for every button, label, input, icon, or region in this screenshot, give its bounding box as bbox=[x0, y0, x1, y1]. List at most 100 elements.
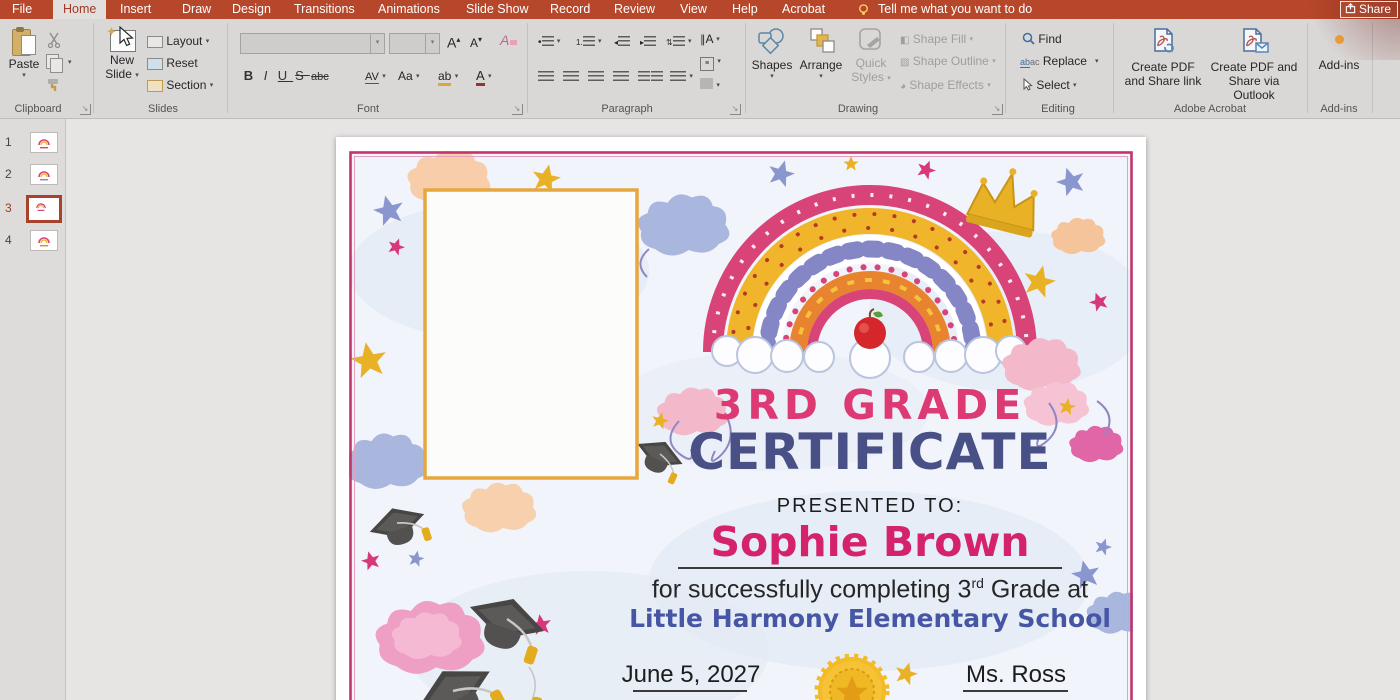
shape-outline-button[interactable]: ▨ Shape Outline ▾ bbox=[900, 53, 996, 69]
tell-me-box[interactable]: Tell me what you want to do bbox=[878, 0, 1032, 19]
tab-record[interactable]: Record bbox=[540, 0, 600, 19]
columns-button[interactable] bbox=[638, 68, 663, 84]
numbering-button[interactable]: 1. ▾ bbox=[576, 33, 602, 49]
paragraph-launcher[interactable]: ↘ bbox=[730, 104, 741, 115]
align-center-button[interactable] bbox=[563, 68, 579, 84]
certificate-body-text[interactable]: for successfully completing 3rd Grade at bbox=[570, 575, 1170, 604]
slide-number-2: 2 bbox=[5, 167, 12, 181]
select-button[interactable]: Select ▾ bbox=[1022, 77, 1077, 93]
increase-indent-button[interactable]: ▸ bbox=[640, 33, 656, 49]
format-painter-icon[interactable] bbox=[46, 77, 62, 93]
layout-button[interactable]: Layout ▾ bbox=[147, 33, 209, 49]
photo-placeholder[interactable] bbox=[425, 190, 637, 478]
font-size-combo[interactable]: ▾ bbox=[389, 33, 440, 54]
tab-home[interactable]: Home bbox=[53, 0, 106, 19]
slide-number-3: 3 bbox=[5, 201, 12, 215]
school-name-text[interactable]: Little Harmony Elementary School bbox=[570, 604, 1170, 633]
create-pdf-share-link-label2: and Share link bbox=[1120, 74, 1206, 88]
section-button[interactable]: Section ▾ bbox=[147, 77, 213, 93]
certificate-title-line2[interactable]: CERTIFICATE bbox=[635, 423, 1105, 481]
shapes-icon bbox=[757, 27, 787, 55]
create-pdf-outlook-label1: Create PDF and bbox=[1208, 60, 1300, 74]
underline-button[interactable]: U bbox=[277, 68, 294, 84]
smartart-convert-button[interactable]: ▾ bbox=[700, 77, 720, 93]
presented-to-label[interactable]: PRESENTED TO: bbox=[720, 495, 1020, 518]
add-remove-columns-button[interactable]: ▾ bbox=[670, 68, 693, 84]
slide-thumbnail-3-selected[interactable] bbox=[26, 195, 62, 223]
clear-formatting-button[interactable]: A bbox=[500, 32, 517, 48]
slide-thumbnail-2[interactable] bbox=[30, 164, 58, 185]
teacher-name-text[interactable]: Ms. Ross bbox=[936, 661, 1096, 689]
strikethrough-button[interactable]: abc bbox=[311, 69, 329, 85]
tab-insert[interactable]: Insert bbox=[110, 0, 161, 19]
tab-file[interactable]: File bbox=[2, 0, 42, 19]
align-left-button[interactable] bbox=[538, 68, 554, 84]
line-spacing-button[interactable]: ⇅ ▾ bbox=[666, 33, 692, 49]
text-direction-button[interactable]: ∥A ▾ bbox=[700, 31, 720, 47]
reset-button[interactable]: Reset bbox=[147, 55, 198, 71]
add-ins-icon bbox=[1335, 35, 1344, 44]
bold-button[interactable]: B bbox=[243, 68, 260, 84]
find-button[interactable]: Find bbox=[1022, 31, 1062, 47]
grow-font-button[interactable]: A▴ bbox=[447, 32, 460, 48]
student-name-text[interactable]: Sophie Brown bbox=[635, 518, 1105, 566]
replace-dropdown[interactable]: ▾ bbox=[1095, 57, 1099, 65]
ribbon: Paste ▾ ▾ Clipboard ↘ ✦ New Slide ▾ bbox=[0, 19, 1400, 119]
tab-acrobat[interactable]: Acrobat bbox=[772, 0, 835, 19]
paste-dropdown[interactable]: ▾ bbox=[4, 71, 44, 79]
certificate-title-line1[interactable]: 3RD GRADE bbox=[635, 381, 1105, 429]
slide-thumbnail-4[interactable] bbox=[30, 230, 58, 251]
slide-number-1: 1 bbox=[5, 135, 12, 149]
align-right-button[interactable] bbox=[588, 68, 604, 84]
tab-review[interactable]: Review bbox=[604, 0, 665, 19]
shape-effects-button[interactable]: ◕ Shape Effects ▾ bbox=[900, 77, 991, 93]
share-button[interactable]: Share bbox=[1340, 1, 1398, 18]
tab-design[interactable]: Design bbox=[222, 0, 281, 19]
slide-thumbnail-panel: 1 2 3 4 bbox=[0, 119, 66, 700]
shadow-button[interactable]: S bbox=[294, 68, 311, 84]
create-pdf-outlook-button[interactable]: Create PDF and Share via Outlook bbox=[1208, 27, 1300, 102]
quick-styles-icon bbox=[857, 27, 885, 53]
change-case-button[interactable]: Aa ▾ bbox=[398, 68, 420, 84]
bullets-button[interactable]: • ▾ bbox=[538, 33, 560, 49]
justify-button[interactable] bbox=[613, 68, 629, 84]
slide-page[interactable]: 3RD GRADE CERTIFICATE PRESENTED TO: Soph… bbox=[336, 137, 1146, 700]
quick-styles-button[interactable]: Quick Styles ▾ bbox=[848, 27, 894, 84]
share-label: Share bbox=[1359, 2, 1391, 16]
arrange-button[interactable]: Arrange ▾ bbox=[796, 27, 846, 80]
text-highlight-button[interactable]: ab ▾ bbox=[438, 68, 458, 84]
quick-styles-label1: Quick bbox=[848, 56, 894, 70]
teacher-underline bbox=[963, 690, 1068, 692]
new-slide-label1: New bbox=[100, 53, 144, 67]
paste-button[interactable]: Paste ▾ bbox=[4, 27, 44, 79]
font-launcher[interactable]: ↘ bbox=[512, 104, 523, 115]
shrink-font-button[interactable]: A▾ bbox=[470, 32, 482, 48]
decrease-indent-button[interactable]: ◂ bbox=[614, 33, 630, 49]
clipboard-launcher[interactable]: ↘ bbox=[80, 104, 91, 115]
paste-icon bbox=[12, 27, 36, 57]
replace-button[interactable]: abac Replace bbox=[1020, 53, 1087, 69]
char-spacing-button[interactable]: AV ▾ bbox=[365, 68, 386, 84]
font-color-button[interactable]: A ▾ bbox=[476, 68, 492, 84]
drawing-group-label: Drawing bbox=[798, 103, 918, 116]
tab-animations[interactable]: Animations bbox=[368, 0, 450, 19]
tab-transitions[interactable]: Transitions bbox=[284, 0, 365, 19]
tab-slide-show[interactable]: Slide Show bbox=[456, 0, 539, 19]
find-icon bbox=[1022, 32, 1035, 45]
align-text-button[interactable]: ≡ ▾ bbox=[700, 53, 721, 69]
create-pdf-share-link-label1: Create PDF bbox=[1120, 60, 1206, 74]
add-ins-button[interactable]: Add-ins bbox=[1316, 27, 1362, 72]
tab-draw[interactable]: Draw bbox=[172, 0, 221, 19]
cut-icon[interactable] bbox=[46, 32, 62, 48]
italic-button[interactable]: I bbox=[260, 68, 277, 84]
tab-help[interactable]: Help bbox=[722, 0, 768, 19]
slide-thumbnail-1[interactable] bbox=[30, 132, 58, 153]
font-name-combo[interactable]: ▾ bbox=[240, 33, 385, 54]
shape-fill-button[interactable]: ◧ Shape Fill ▾ bbox=[900, 31, 973, 47]
shapes-button[interactable]: Shapes ▾ bbox=[750, 27, 794, 80]
create-pdf-share-link-button[interactable]: Create PDF and Share link bbox=[1120, 27, 1206, 88]
date-text[interactable]: June 5, 2027 bbox=[611, 661, 771, 689]
tab-view[interactable]: View bbox=[670, 0, 717, 19]
mouse-cursor bbox=[117, 26, 137, 48]
share-icon bbox=[1345, 3, 1356, 14]
